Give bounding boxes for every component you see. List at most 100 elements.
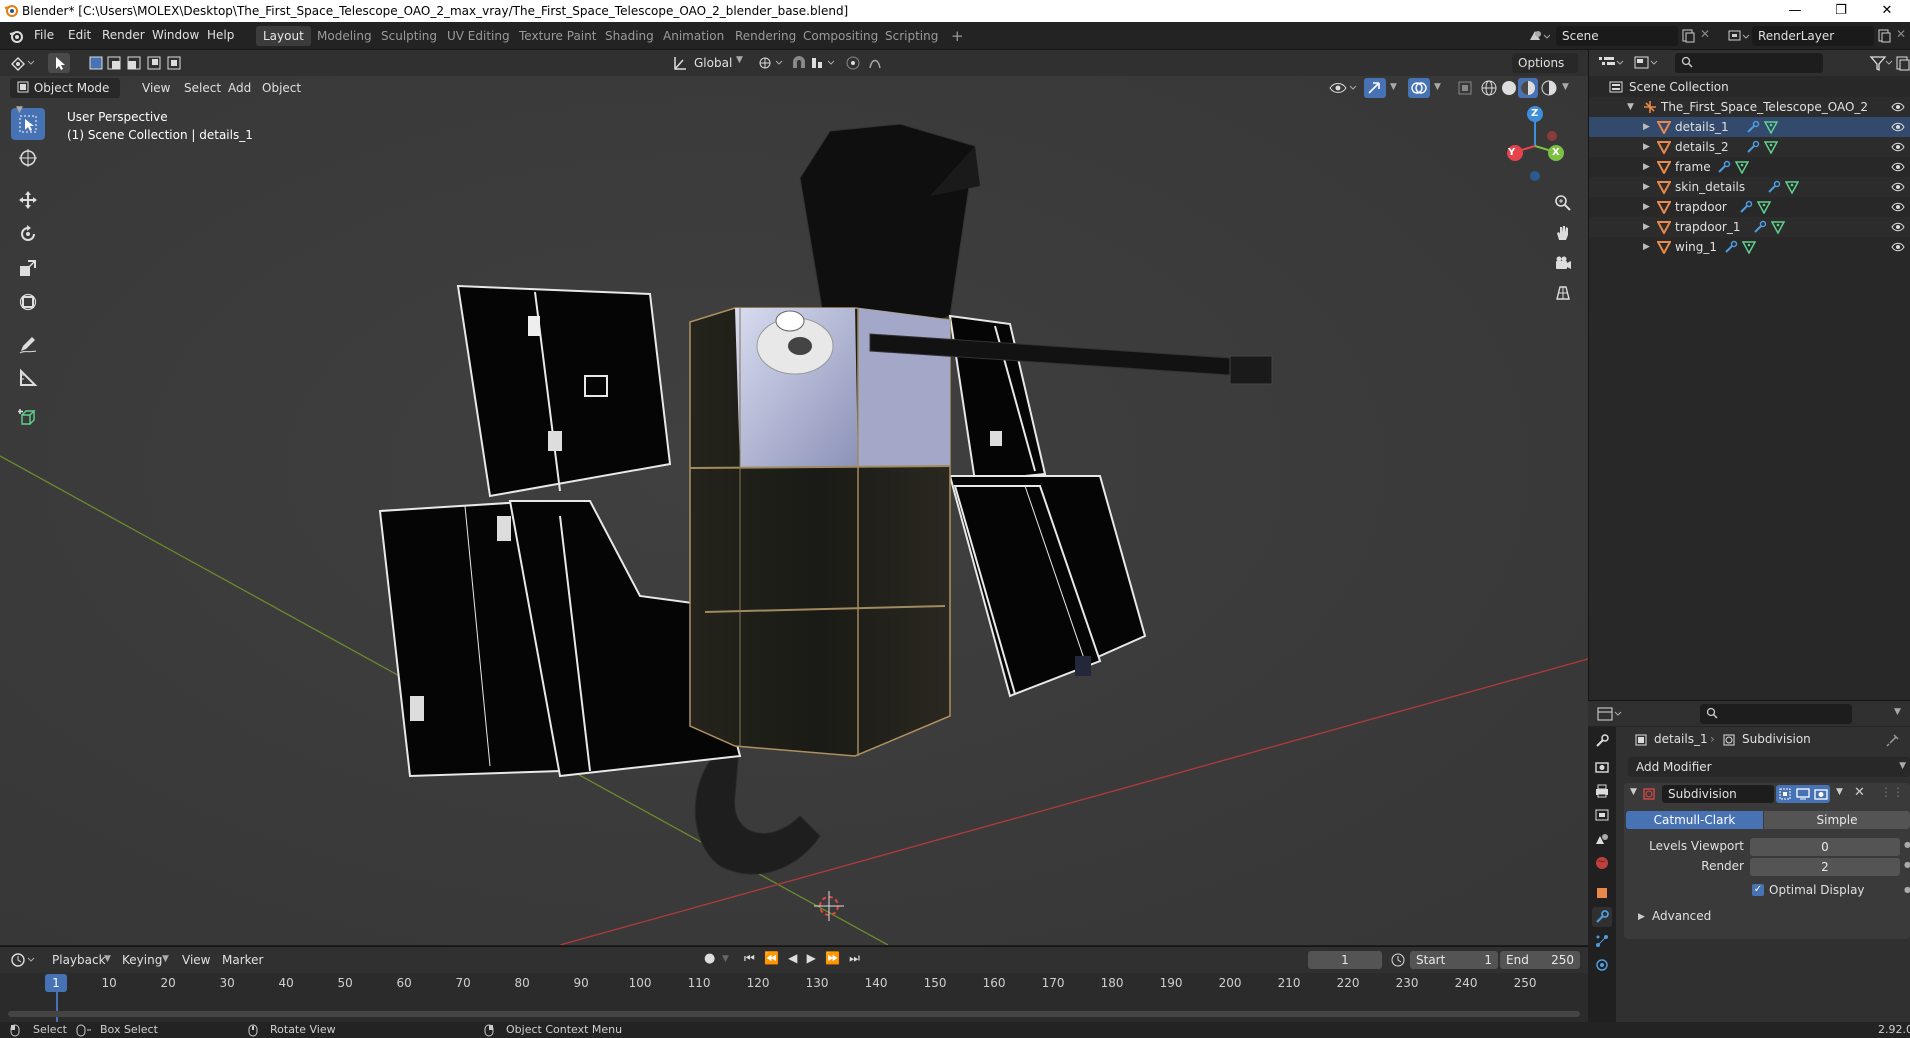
cursor-tool[interactable]	[11, 142, 45, 174]
current-frame-field[interactable]: 1	[1308, 951, 1382, 969]
timeline-view-menu[interactable]: View	[176, 950, 216, 970]
gizmos-toggle[interactable]	[1364, 78, 1386, 98]
mesh-data-icon[interactable]	[1763, 140, 1778, 154]
modifier-menu-chevron-icon[interactable]: ▼	[1836, 787, 1843, 797]
pivot-point-icon[interactable]	[756, 54, 786, 72]
object-visibility-icon[interactable]	[1891, 157, 1905, 177]
expand-object-icon[interactable]: ▶	[1643, 137, 1650, 157]
annotate-tool[interactable]	[11, 328, 45, 360]
mesh-data-icon[interactable]	[1771, 220, 1785, 234]
camera-view-icon[interactable]	[1554, 254, 1572, 272]
render-toggle-icon[interactable]	[1814, 787, 1828, 801]
mesh-data-icon[interactable]	[1742, 240, 1757, 254]
scene-name-field[interactable]: Scene	[1556, 26, 1678, 46]
play-icon[interactable]: ▶	[807, 951, 816, 969]
outliner-object-row[interactable]: ▶ wing_1	[1589, 237, 1910, 257]
advanced-expand-icon[interactable]: ▶	[1638, 912, 1645, 922]
solid-shading-icon[interactable]	[1500, 79, 1518, 97]
tab-compositing[interactable]: Compositing	[796, 26, 885, 46]
select-mode-button[interactable]	[48, 53, 70, 73]
drag-handle-icon[interactable]: ⋮⋮	[1880, 785, 1904, 799]
outliner-object-row[interactable]: ▶ skin_details	[1589, 177, 1910, 197]
remove-scene-icon[interactable]: ✕	[1700, 27, 1710, 41]
modifier-wrench-icon[interactable]	[1746, 140, 1760, 154]
maximize-button[interactable]: ❐	[1818, 0, 1864, 22]
timeline-scrollbar[interactable]	[8, 1011, 1580, 1017]
optimal-display-checkbox[interactable]: ✓	[1752, 884, 1764, 896]
xray-toggle-icon[interactable]	[1456, 79, 1474, 97]
add-workspace-button[interactable]: +	[944, 26, 971, 46]
playback-menu[interactable]: Playback	[46, 950, 112, 970]
material-preview-toggle[interactable]	[1518, 78, 1538, 98]
modifier-wrench-icon[interactable]	[1717, 160, 1731, 174]
blender-menu-icon[interactable]	[8, 28, 24, 44]
menu-view[interactable]: View	[136, 78, 176, 98]
expand-object-icon[interactable]: ▶	[1643, 197, 1650, 217]
tab-modeling[interactable]: Modeling	[310, 26, 379, 46]
move-tool[interactable]	[11, 184, 45, 216]
tab-texture-paint[interactable]: Texture Paint	[512, 26, 603, 46]
editor-type-icon[interactable]	[10, 54, 36, 72]
menu-select[interactable]: Select	[178, 78, 227, 98]
outliner-object-row[interactable]: ▶ frame	[1589, 157, 1910, 177]
modifier-wrench-icon[interactable]	[1739, 200, 1753, 214]
mesh-data-icon[interactable]	[1756, 200, 1771, 214]
start-frame-field[interactable]: Start 1	[1410, 951, 1498, 969]
outliner-object-row[interactable]: ▶ trapdoor	[1589, 197, 1910, 217]
overlays-chevron-icon[interactable]: ▼	[1434, 82, 1441, 92]
menu-render[interactable]: Render	[102, 28, 145, 42]
timeline-ruler[interactable]: 10 20 30 40 50 60 70 80 90 100 110 120 130 140 150 160 1…	[0, 973, 1588, 993]
auto-keying-icon[interactable]: ●	[704, 951, 715, 966]
object-visibility-icon[interactable]	[1891, 217, 1905, 237]
display-mode-icon[interactable]	[1633, 54, 1661, 72]
use-preview-range-icon[interactable]	[1390, 952, 1406, 968]
outliner-object-row[interactable]: ▶ details_1	[1589, 117, 1910, 137]
render-layer-icon[interactable]	[1728, 28, 1750, 44]
new-scene-icon[interactable]	[1680, 28, 1696, 44]
proportional-edit-icon[interactable]	[844, 54, 890, 72]
playhead-frame-indicator[interactable]: 1	[45, 974, 67, 992]
shading-chevron-icon[interactable]: ▼	[1562, 82, 1569, 92]
tab-animation[interactable]: Animation	[656, 26, 731, 46]
menu-edit[interactable]: Edit	[68, 28, 91, 42]
scene-icon[interactable]	[1528, 28, 1550, 44]
mesh-data-icon[interactable]	[1785, 180, 1800, 194]
perspective-grid-icon[interactable]	[1554, 284, 1572, 302]
overlays-toggle[interactable]	[1408, 78, 1430, 98]
zoom-icon[interactable]	[1554, 194, 1572, 212]
rendered-shading-icon[interactable]	[1540, 79, 1558, 97]
expand-object-icon[interactable]: ▶	[1643, 117, 1650, 137]
transform-tool[interactable]	[11, 286, 45, 318]
3d-viewport[interactable]: Z Y X	[0, 76, 1588, 945]
collection-visibility-icon[interactable]	[1891, 97, 1905, 117]
pin-icon[interactable]	[1886, 733, 1900, 747]
tab-world[interactable]	[1592, 853, 1612, 873]
render-layer-field[interactable]: RenderLayer	[1752, 26, 1874, 46]
jump-keyframe-forward-icon[interactable]: ⏩	[825, 951, 840, 969]
object-visibility-icon[interactable]	[1891, 117, 1905, 137]
tab-rendering[interactable]: Rendering	[728, 26, 803, 46]
outliner-scene-collection[interactable]: Scene Collection	[1589, 77, 1910, 97]
levels-viewport-field[interactable]: 0	[1750, 838, 1900, 856]
add-modifier-dropdown[interactable]: Add Modifier ▼	[1628, 757, 1910, 777]
tab-layout[interactable]: Layout	[256, 26, 311, 46]
tab-shading[interactable]: Shading	[598, 26, 661, 46]
menu-object[interactable]: Object	[256, 78, 307, 98]
mesh-data-icon[interactable]	[1735, 160, 1749, 174]
outliner-editor-icon[interactable]	[1597, 54, 1625, 72]
object-visibility-icon[interactable]	[1891, 137, 1905, 157]
expand-object-icon[interactable]: ▶	[1643, 177, 1650, 197]
optimal-display-keyframe-icon[interactable]: ●	[1904, 885, 1910, 894]
remove-modifier-icon[interactable]: ✕	[1854, 785, 1865, 800]
tab-output[interactable]	[1592, 781, 1612, 801]
outliner-object-row[interactable]: ▶ details_2	[1589, 137, 1910, 157]
tab-physics[interactable]	[1592, 955, 1612, 975]
measure-tool[interactable]	[11, 362, 45, 394]
minimize-button[interactable]: —	[1772, 0, 1818, 22]
menu-file[interactable]: File	[34, 28, 54, 42]
catmull-clark-option[interactable]: Catmull-Clark	[1626, 811, 1763, 829]
rotate-tool[interactable]	[11, 218, 45, 250]
expand-object-icon[interactable]: ▶	[1643, 237, 1650, 257]
properties-editor-icon[interactable]	[1596, 705, 1624, 723]
modifier-wrench-icon[interactable]	[1753, 220, 1767, 234]
